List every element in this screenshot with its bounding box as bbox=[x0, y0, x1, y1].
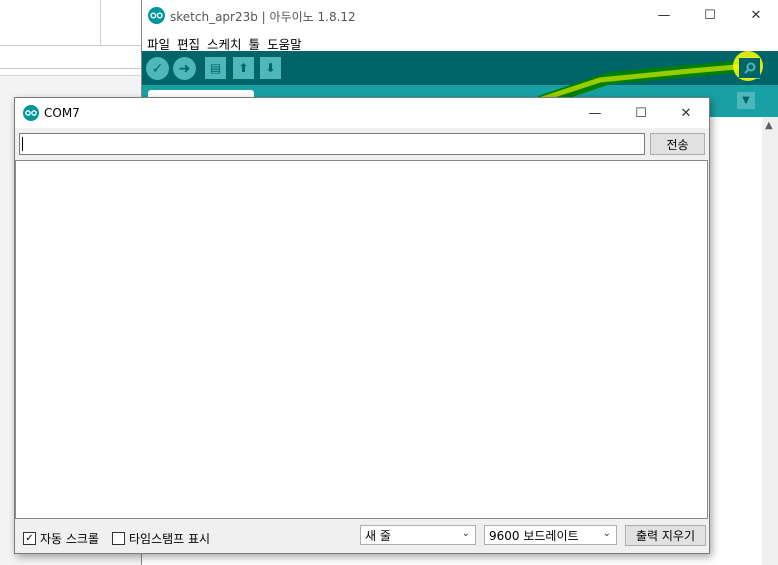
com-minimize-button[interactable]: — bbox=[572, 98, 618, 128]
serial-output-area[interactable] bbox=[15, 160, 708, 519]
serial-monitor-button[interactable] bbox=[739, 58, 760, 78]
menu-sketch[interactable]: 스케치 bbox=[205, 31, 247, 52]
verify-icon[interactable]: ✓ bbox=[146, 57, 169, 80]
ide-menubar: 파일 편집 스케치 툴 도움말 bbox=[142, 31, 778, 52]
autoscroll-checkbox[interactable]: ✓ 자동 스크롤 bbox=[23, 530, 99, 547]
clear-output-button[interactable]: 출력 지우기 bbox=[625, 525, 706, 546]
save-icon[interactable]: ⬇ bbox=[260, 57, 281, 79]
baud-rate-select[interactable]: 9600 보드레이트 ⌄ bbox=[484, 525, 617, 545]
upload-icon[interactable]: ➜ bbox=[173, 57, 196, 80]
chevron-down-icon: ⌄ bbox=[602, 528, 611, 539]
serial-statusbar: ✓ 자동 스크롤 타임스탬프 표시 새 줄 ⌄ 9600 보드레이트 ⌄ 출력 … bbox=[15, 521, 709, 553]
text-caret bbox=[22, 137, 23, 151]
checkbox-unchecked-icon[interactable] bbox=[112, 532, 125, 545]
menu-tools[interactable]: 툴 bbox=[247, 31, 266, 52]
editor-scrollbar[interactable]: ▲ bbox=[762, 117, 778, 565]
ide-titlebar: sketch_apr23b | 아두이노 1.8.12 — ☐ ✕ bbox=[142, 0, 778, 31]
arduino-logo-icon bbox=[148, 7, 165, 27]
menu-file[interactable]: 파일 bbox=[145, 31, 175, 52]
com-close-button[interactable]: ✕ bbox=[663, 98, 709, 128]
serial-monitor-title: COM7 bbox=[44, 106, 80, 120]
ide-title: sketch_apr23b | 아두이노 1.8.12 bbox=[170, 10, 356, 24]
chevron-down-icon: ⌄ bbox=[461, 528, 470, 539]
timestamp-checkbox[interactable]: 타임스탬프 표시 bbox=[112, 530, 210, 547]
serial-monitor-window: COM7 — ☐ ✕ 전송 ✓ 자동 스크롤 타임스탬프 표시 새 줄 ⌄ 96… bbox=[14, 97, 710, 554]
arduino-logo-icon bbox=[23, 105, 39, 124]
ide-toolbar: ✓ ➜ ▤ ⬆ ⬇ bbox=[142, 51, 778, 85]
com-maximize-button[interactable]: ☐ bbox=[618, 98, 664, 128]
checkbox-checked-icon[interactable]: ✓ bbox=[23, 532, 36, 545]
tab-menu-chevron-icon[interactable]: ▼ bbox=[737, 92, 755, 109]
menu-help[interactable]: 도움말 bbox=[265, 31, 307, 52]
scroll-up-icon[interactable]: ▲ bbox=[765, 120, 773, 131]
line-ending-select[interactable]: 새 줄 ⌄ bbox=[360, 525, 476, 545]
timestamp-label: 타임스탬프 표시 bbox=[129, 532, 211, 546]
serial-input[interactable] bbox=[19, 133, 645, 155]
menu-edit[interactable]: 편집 bbox=[175, 31, 205, 52]
autoscroll-label: 자동 스크롤 bbox=[40, 532, 100, 546]
open-icon[interactable]: ⬆ bbox=[233, 57, 254, 79]
serial-monitor-titlebar: COM7 — ☐ ✕ bbox=[15, 98, 709, 128]
ide-close-button[interactable]: ✕ bbox=[733, 0, 778, 31]
send-button[interactable]: 전송 bbox=[650, 133, 705, 155]
ide-maximize-button[interactable]: ☐ bbox=[687, 0, 733, 31]
new-icon[interactable]: ▤ bbox=[205, 57, 226, 79]
ide-minimize-button[interactable]: — bbox=[641, 0, 687, 31]
